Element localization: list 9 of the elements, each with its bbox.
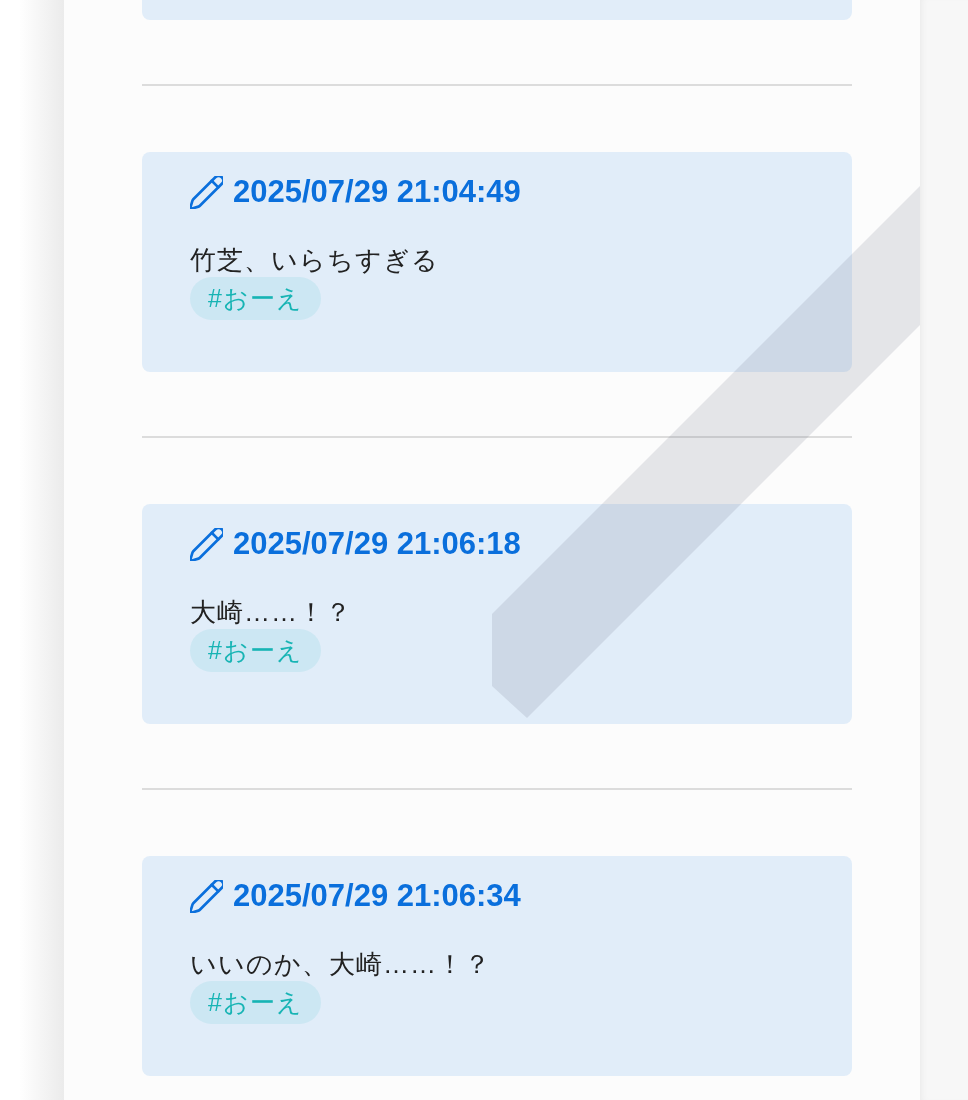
post-text: 大崎……！？ (190, 596, 352, 629)
post-timestamp-link[interactable]: 2025/07/29 21:04:49 (233, 172, 521, 212)
pencil-icon (190, 175, 223, 209)
post-text: いいのか、大崎……！？ (190, 948, 491, 981)
post-timestamp-link[interactable]: 2025/07/29 21:06:34 (233, 876, 521, 916)
post-text: 竹芝、いらちすぎる (190, 244, 439, 277)
pencil-icon (190, 527, 223, 561)
pencil-icon (190, 879, 223, 913)
post-timestamp-link[interactable]: 2025/07/29 21:06:18 (233, 524, 521, 564)
